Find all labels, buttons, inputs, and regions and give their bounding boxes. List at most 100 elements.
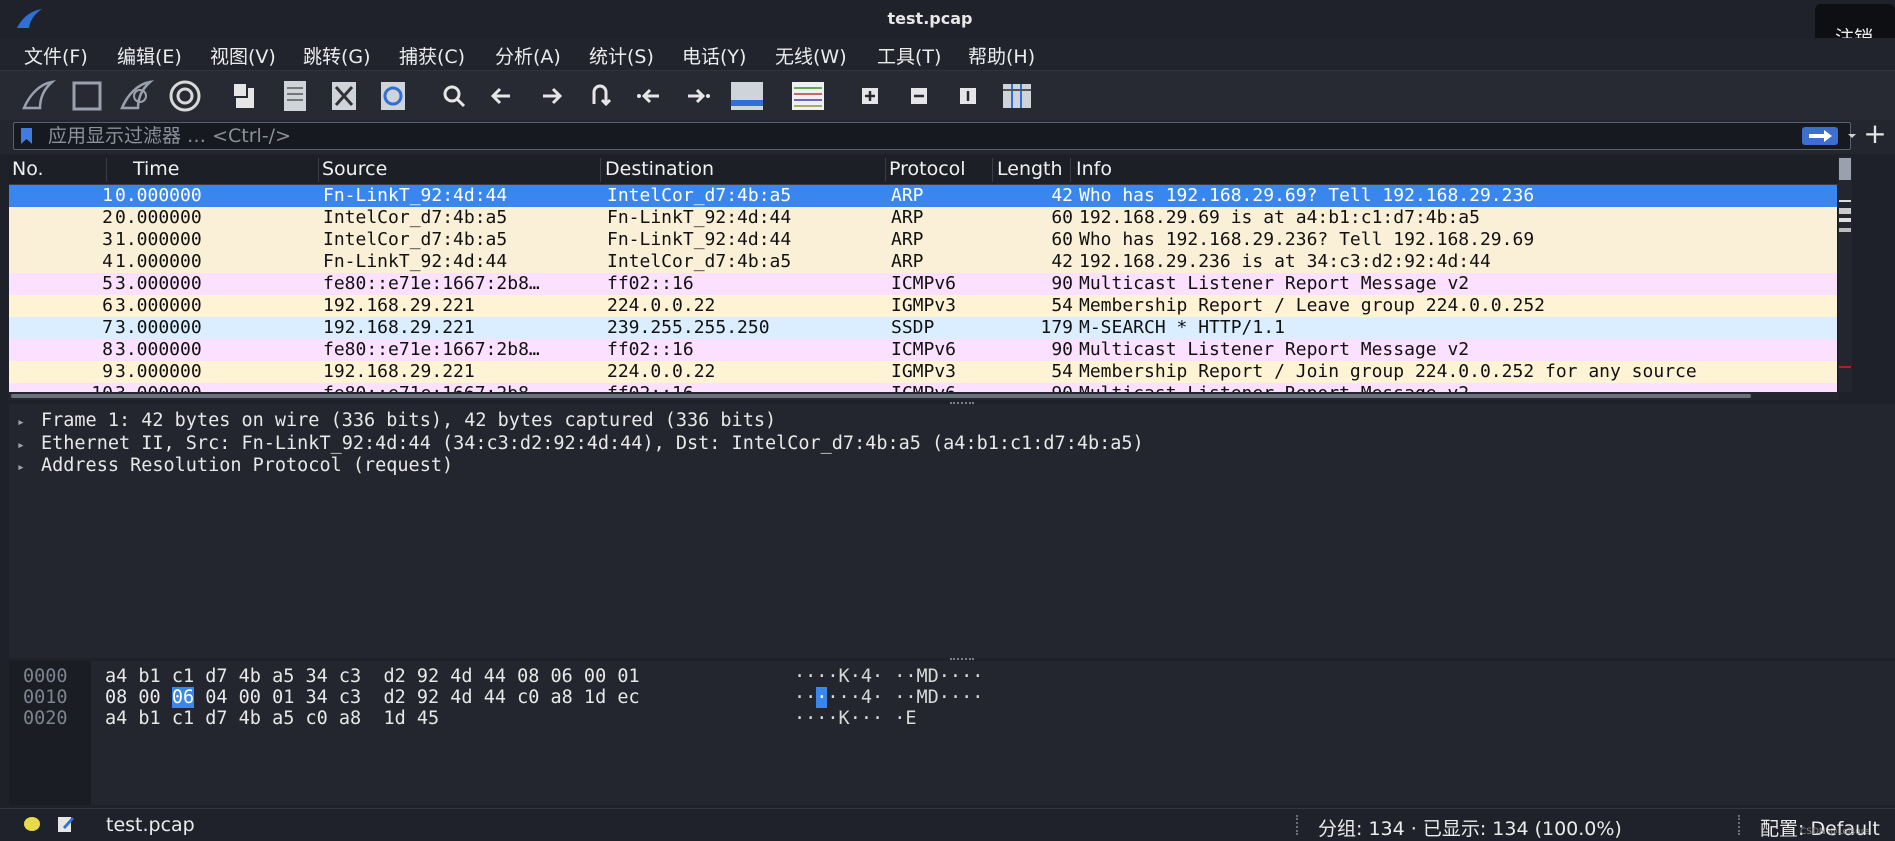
expand-arrow-icon[interactable]: ▸ — [17, 412, 41, 434]
menu-item-3[interactable]: 跳转(G) — [303, 42, 371, 69]
menu-item-2[interactable]: 视图(V) — [210, 42, 276, 69]
reload-file-icon[interactable] — [375, 78, 411, 114]
cell-no: 2 — [102, 207, 113, 228]
zoom-out-icon[interactable] — [901, 78, 937, 114]
detail-tree-item[interactable]: ▸ Frame 1: 42 bytes on wire (336 bits), 4… — [17, 410, 776, 432]
selected-ascii-char[interactable]: · — [816, 687, 828, 708]
packet-row[interactable]: 2 0.000000 IntelCor_d7:4b:a5 Fn-LinkT_92:4d… — [9, 207, 1837, 229]
hex-offset: 0010 — [23, 687, 68, 708]
packet-row[interactable]: 1 0.000000 Fn-LinkT_92:4d:44 IntelCor_d7:4b… — [9, 185, 1837, 207]
save-file-icon[interactable] — [277, 78, 313, 114]
cell-info: Who has 192.168.29.69? Tell 192.168.29.2… — [1079, 185, 1535, 206]
restart-capture-icon[interactable] — [118, 78, 154, 114]
cell-protocol: ICMPv6 — [891, 273, 957, 294]
packet-list-horizontal-scrollbar[interactable] — [9, 392, 1839, 400]
menu-item-10[interactable]: 帮助(H) — [968, 42, 1035, 69]
menu-item-8[interactable]: 无线(W) — [775, 42, 847, 69]
cell-info: Who has 192.168.29.236? Tell 192.168.29.… — [1079, 229, 1535, 250]
menu-item-4[interactable]: 捕获(C) — [399, 42, 465, 69]
cell-length: 90 — [1051, 273, 1073, 294]
bookmark-icon[interactable] — [20, 127, 33, 145]
chevron-down-icon[interactable] — [1846, 129, 1858, 143]
normal-size-icon[interactable] — [950, 78, 986, 114]
cell-time: 0.000000 — [115, 185, 202, 206]
expert-info-indicator-icon[interactable] — [24, 817, 40, 831]
cell-length: 90 — [993, 383, 1073, 392]
go-first-packet-icon[interactable] — [631, 78, 667, 114]
scrollbar-thumb[interactable] — [11, 394, 1751, 398]
column-header-time[interactable]: Time — [133, 158, 180, 180]
detail-tree-item[interactable]: ▸ Address Resolution Protocol (request) — [17, 455, 453, 477]
hex-bytes[interactable]: a4 b1 c1 d7 4b a5 34 c3 d2 92 4d 44 08 0… — [105, 666, 640, 687]
expand-arrow-icon[interactable]: ▸ — [17, 457, 41, 479]
column-header-destination[interactable]: Destination — [605, 158, 714, 180]
go-last-packet-icon[interactable] — [680, 78, 716, 114]
hex-bytes[interactable]: a4 b1 c1 d7 4b a5 c0 a8 1d 45 — [105, 708, 439, 729]
cell-source: fe80::e71e:1667:2b8… — [323, 339, 540, 360]
display-filter-input[interactable] — [48, 123, 1778, 149]
column-header-no[interactable]: No. — [12, 158, 44, 180]
menu-item-0[interactable]: 文件(F) — [24, 42, 88, 69]
hex-bytes[interactable]: 08 00 06 04 00 01 34 c3 d2 92 4d 44 c0 a… — [105, 687, 640, 708]
close-file-icon[interactable] — [326, 78, 362, 114]
cell-info: Multicast Listener Report Message v2 — [1079, 383, 1839, 392]
menu-item-9[interactable]: 工具(T) — [877, 42, 941, 69]
detail-tree-item[interactable]: ▸ Ethernet II, Src: Fn-LinkT_92:4d:44 (34… — [17, 433, 1144, 455]
resize-columns-icon[interactable] — [999, 78, 1035, 114]
title-bar: test.pcap — [0, 0, 1895, 38]
menu-item-7[interactable]: 电话(Y) — [682, 42, 746, 69]
cell-protocol: ARP — [891, 185, 924, 206]
find-packet-icon[interactable] — [436, 78, 472, 114]
menu-item-5[interactable]: 分析(A) — [495, 42, 561, 69]
menu-item-6[interactable]: 统计(S) — [589, 42, 654, 69]
cell-info: Membership Report / Leave group 224.0.0.… — [1079, 295, 1545, 316]
cell-no: 10 — [9, 383, 113, 392]
packet-list-header: No. Time Source Destination Protocol Len… — [9, 156, 1839, 185]
packet-row[interactable]: 3 1.000000 IntelCor_d7:4b:a5 Fn-LinkT_92:4d… — [9, 229, 1837, 251]
cell-time: 3.000000 — [115, 295, 202, 316]
cell-length: 54 — [1051, 295, 1073, 316]
packet-row[interactable]: 7 3.000000 192.168.29.221 239.255.255.250 SS… — [9, 317, 1837, 339]
packet-details-pane: ▸ Frame 1: 42 bytes on wire (336 bits), 4… — [9, 404, 1895, 658]
menu-item-1[interactable]: 编辑(E) — [117, 42, 182, 69]
column-header-length[interactable]: Length — [997, 158, 1063, 180]
auto-scroll-icon[interactable] — [729, 78, 765, 114]
selected-byte[interactable]: 06 — [171, 687, 195, 708]
ascii-text: ····K·4· ··MD···· — [794, 666, 984, 687]
expand-arrow-icon[interactable]: ▸ — [17, 435, 41, 457]
packet-row[interactable]: 103.000000 fe80::e71e:1667:2b8… ff02::16IC… — [9, 383, 1837, 392]
packet-rows: 1 0.000000 Fn-LinkT_92:4d:44 IntelCor_d7:4b… — [9, 185, 1837, 392]
start-capture-icon[interactable] — [20, 78, 56, 114]
packet-row[interactable]: 4 1.000000 Fn-LinkT_92:4d:44 IntelCor_d7:4b… — [9, 251, 1837, 273]
packet-row[interactable]: 8 3.000000 fe80::e71e:1667:2b8… ff02::16 ICM… — [9, 339, 1837, 361]
packet-list-vertical-scrollbar[interactable] — [1838, 156, 1852, 392]
cell-time: 3.000000 — [115, 339, 202, 360]
go-to-packet-icon[interactable] — [582, 78, 618, 114]
packet-row[interactable]: 6 3.000000 192.168.29.221 224.0.0.22 IGMPv3 5… — [9, 295, 1837, 317]
scrollbar-thumb[interactable] — [1839, 158, 1851, 180]
hex-ascii[interactable]: ····K··· ·E — [794, 708, 917, 729]
cell-destination: ff02::16 — [607, 339, 694, 360]
capture-comment-icon[interactable] — [57, 815, 75, 833]
open-file-icon[interactable] — [228, 78, 264, 114]
capture-options-icon[interactable] — [167, 78, 203, 114]
add-filter-button[interactable]: + — [1860, 120, 1890, 150]
cell-destination: 224.0.0.22 — [607, 361, 716, 382]
go-back-icon[interactable] — [484, 78, 520, 114]
column-header-info[interactable]: Info — [1076, 158, 1112, 180]
cell-protocol: ICMPv6 — [891, 339, 957, 360]
go-forward-icon[interactable] — [533, 78, 569, 114]
zoom-in-icon[interactable] — [852, 78, 888, 114]
cell-no: 5 — [102, 273, 113, 294]
cell-length: 60 — [1051, 207, 1073, 228]
packet-row[interactable]: 5 3.000000 fe80::e71e:1667:2b8… ff02::16 ICM… — [9, 273, 1837, 295]
hex-ascii[interactable]: ····K·4· ··MD···· — [794, 666, 983, 687]
hex-ascii[interactable]: ······4· ··MD···· — [794, 687, 983, 708]
packet-row[interactable]: 9 3.000000 192.168.29.221 224.0.0.22 IGMPv3 5… — [9, 361, 1837, 383]
stop-capture-icon[interactable] — [69, 78, 105, 114]
apply-filter-button[interactable] — [1802, 127, 1838, 145]
packet-bytes-pane: 0000 a4 b1 c1 d7 4b a5 34 c3 d2 92 4d 44 … — [9, 661, 1895, 805]
column-header-protocol[interactable]: Protocol — [889, 158, 966, 180]
colorize-icon[interactable] — [790, 78, 826, 114]
column-header-source[interactable]: Source — [322, 158, 387, 180]
